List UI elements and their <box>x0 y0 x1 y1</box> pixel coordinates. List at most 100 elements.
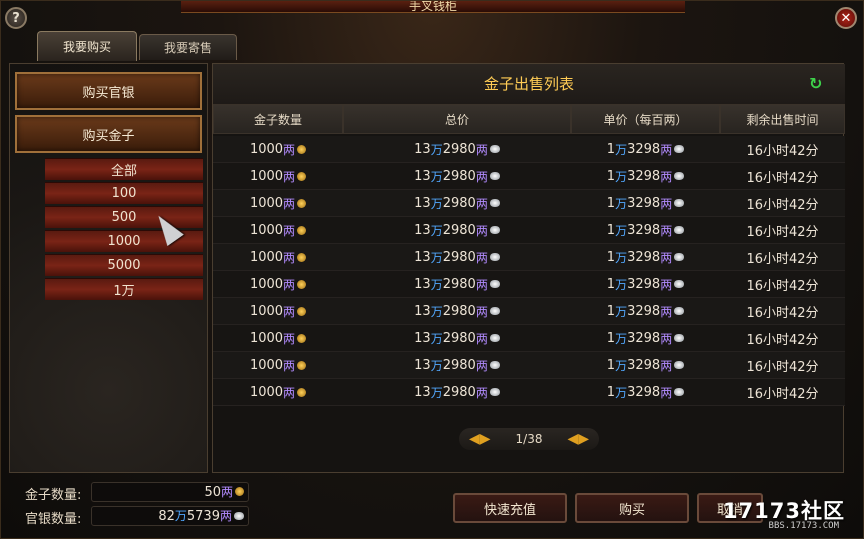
silver-ingot-icon <box>674 361 685 369</box>
close-icon[interactable]: ✕ <box>835 7 857 29</box>
table-row[interactable]: 1000 两 13 万 2980 两 1 万 3298 两 16小时42分 <box>213 190 845 217</box>
cell-time-left: 16小时42分 <box>746 359 819 375</box>
silver-amount-field: 82万5739两 <box>91 506 249 526</box>
table-row[interactable]: 1000 两 13 万 2980 两 1 万 3298 两 16小时42分 <box>213 163 845 190</box>
table-row[interactable]: 1000 两 13 万 2980 两 1 万 3298 两 16小时42分 <box>213 325 845 352</box>
refresh-icon[interactable]: ↻ <box>809 76 825 92</box>
table-row[interactable]: 1000 两 13 万 2980 两 1 万 3298 两 16小时42分 <box>213 217 845 244</box>
cell-time-left: 16小时42分 <box>746 170 819 186</box>
cell-quantity: 1000 两 <box>213 190 343 216</box>
silver-ingot-icon <box>489 388 500 396</box>
gold-coin-icon <box>297 171 307 181</box>
filter-100[interactable]: 100 <box>45 182 203 204</box>
cell-unit-price: 1 万 3298 两 <box>571 325 720 351</box>
cell-unit-price: 1 万 3298 两 <box>571 163 720 189</box>
cell-total-price: 13 万 2980 两 <box>343 244 571 270</box>
cell-total-price: 13 万 2980 两 <box>343 379 571 405</box>
gold-coin-icon <box>297 225 307 235</box>
category-panel: 购买官银 购买金子 全部 100 500 1000 5000 1万 <box>9 63 208 473</box>
table-row[interactable]: 1000 两 13 万 2980 两 1 万 3298 两 16小时42分 <box>213 271 845 298</box>
col-header-time-left[interactable]: 剩余出售时间 <box>720 104 845 134</box>
sale-list-panel: 金子出售列表 ↻ 金子数量 总价 单价（每百两） 剩余出售时间 1000 两 13 万… <box>212 63 845 473</box>
table-row[interactable]: 1000 两 13 万 2980 两 1 万 3298 两 16小时42分 <box>213 352 845 379</box>
filter-all[interactable]: 全部 <box>45 158 203 180</box>
next-page-icon[interactable]: ◀▶ <box>567 432 589 446</box>
cell-time-left: 16小时42分 <box>746 224 819 240</box>
silver-rest-value: 5739 <box>186 509 220 524</box>
cell-total-price: 13 万 2980 两 <box>343 190 571 216</box>
recharge-button[interactable]: 快速充值 <box>453 493 567 523</box>
cell-time-left: 16小时42分 <box>746 332 819 348</box>
cell-total-price: 13 万 2980 两 <box>343 163 571 189</box>
silver-ingot-icon <box>489 307 500 315</box>
silver-ingot-icon <box>674 280 685 288</box>
cell-total-price: 13 万 2980 两 <box>343 298 571 324</box>
gold-coin-icon <box>297 144 307 154</box>
table-row[interactable]: 1000 两 13 万 2980 两 1 万 3298 两 16小时42分 <box>213 136 845 163</box>
silver-ingot-icon <box>674 388 685 396</box>
help-icon[interactable]: ? <box>5 7 27 29</box>
gold-amount-value: 50 <box>204 485 221 500</box>
col-header-unit-price[interactable]: 单价（每百两） <box>571 104 720 134</box>
cell-quantity: 1000 两 <box>213 298 343 324</box>
table-header: 金子数量 总价 单价（每百两） 剩余出售时间 <box>213 104 845 134</box>
gold-coin-icon <box>297 360 307 370</box>
buy-button[interactable]: 购买 <box>575 493 689 523</box>
silver-ingot-icon <box>674 172 685 180</box>
cell-quantity: 1000 两 <box>213 352 343 378</box>
cell-time-left: 16小时42分 <box>746 143 819 159</box>
cell-unit-price: 1 万 3298 两 <box>571 298 720 324</box>
silver-ingot-icon <box>234 512 244 520</box>
prev-page-icon[interactable]: ◀▶ <box>469 432 491 446</box>
filter-5000[interactable]: 5000 <box>45 254 203 276</box>
table-row[interactable]: 1000 两 13 万 2980 两 1 万 3298 两 16小时42分 <box>213 244 845 271</box>
col-header-quantity[interactable]: 金子数量 <box>213 104 343 134</box>
filter-500[interactable]: 500 <box>45 206 203 228</box>
cell-unit-price: 1 万 3298 两 <box>571 190 720 216</box>
cell-time-left: 16小时42分 <box>746 251 819 267</box>
silver-ingot-icon <box>674 226 685 234</box>
gold-coin-icon <box>297 279 307 289</box>
silver-ingot-icon <box>674 145 685 153</box>
table-row[interactable]: 1000 两 13 万 2980 两 1 万 3298 两 16小时42分 <box>213 379 845 406</box>
cell-unit-price: 1 万 3298 两 <box>571 217 720 243</box>
cell-unit-price: 1 万 3298 两 <box>571 136 720 162</box>
silver-ingot-icon <box>674 199 685 207</box>
tab-buy[interactable]: 我要购买 <box>37 31 137 61</box>
gold-amount-label: 金子数量: <box>25 488 82 503</box>
cell-quantity: 1000 两 <box>213 244 343 270</box>
cell-total-price: 13 万 2980 两 <box>343 325 571 351</box>
col-header-total[interactable]: 总价 <box>343 104 571 134</box>
filter-10000[interactable]: 1万 <box>45 278 203 300</box>
silver-amount-label: 官银数量: <box>25 512 82 527</box>
cell-quantity: 1000 两 <box>213 217 343 243</box>
cell-quantity: 1000 两 <box>213 163 343 189</box>
silver-ingot-icon <box>674 334 685 342</box>
cell-quantity: 1000 两 <box>213 379 343 405</box>
cell-unit-price: 1 万 3298 两 <box>571 271 720 297</box>
tab-consign[interactable]: 我要寄售 <box>139 34 237 60</box>
window-title: 手叉钱柜 <box>181 1 685 13</box>
buy-gold-button[interactable]: 购买金子 <box>15 115 202 153</box>
gold-coin-icon <box>297 387 307 397</box>
silver-wan-value: 82 <box>158 509 175 524</box>
gold-coin-icon <box>297 252 307 262</box>
cell-total-price: 13 万 2980 两 <box>343 352 571 378</box>
list-title: 金子出售列表 <box>213 64 845 104</box>
cell-quantity: 1000 两 <box>213 325 343 351</box>
table-row[interactable]: 1000 两 13 万 2980 两 1 万 3298 两 16小时42分 <box>213 298 845 325</box>
cell-time-left: 16小时42分 <box>746 305 819 321</box>
cell-time-left: 16小时42分 <box>746 386 819 402</box>
wallet-window: 手叉钱柜 ? ✕ 我要购买 我要寄售 购买官银 购买金子 全部 100 500 … <box>0 0 864 539</box>
silver-ingot-icon <box>489 226 500 234</box>
cell-time-left: 16小时42分 <box>746 278 819 294</box>
buy-silver-button[interactable]: 购买官银 <box>15 72 202 110</box>
silver-ingot-icon <box>489 361 500 369</box>
silver-ingot-icon <box>489 145 500 153</box>
silver-ingot-icon <box>674 307 685 315</box>
gold-coin-icon <box>297 306 307 316</box>
liang-unit: 两 <box>220 485 233 499</box>
silver-ingot-icon <box>489 334 500 342</box>
silver-ingot-icon <box>489 172 500 180</box>
silver-ingot-icon <box>674 253 685 261</box>
